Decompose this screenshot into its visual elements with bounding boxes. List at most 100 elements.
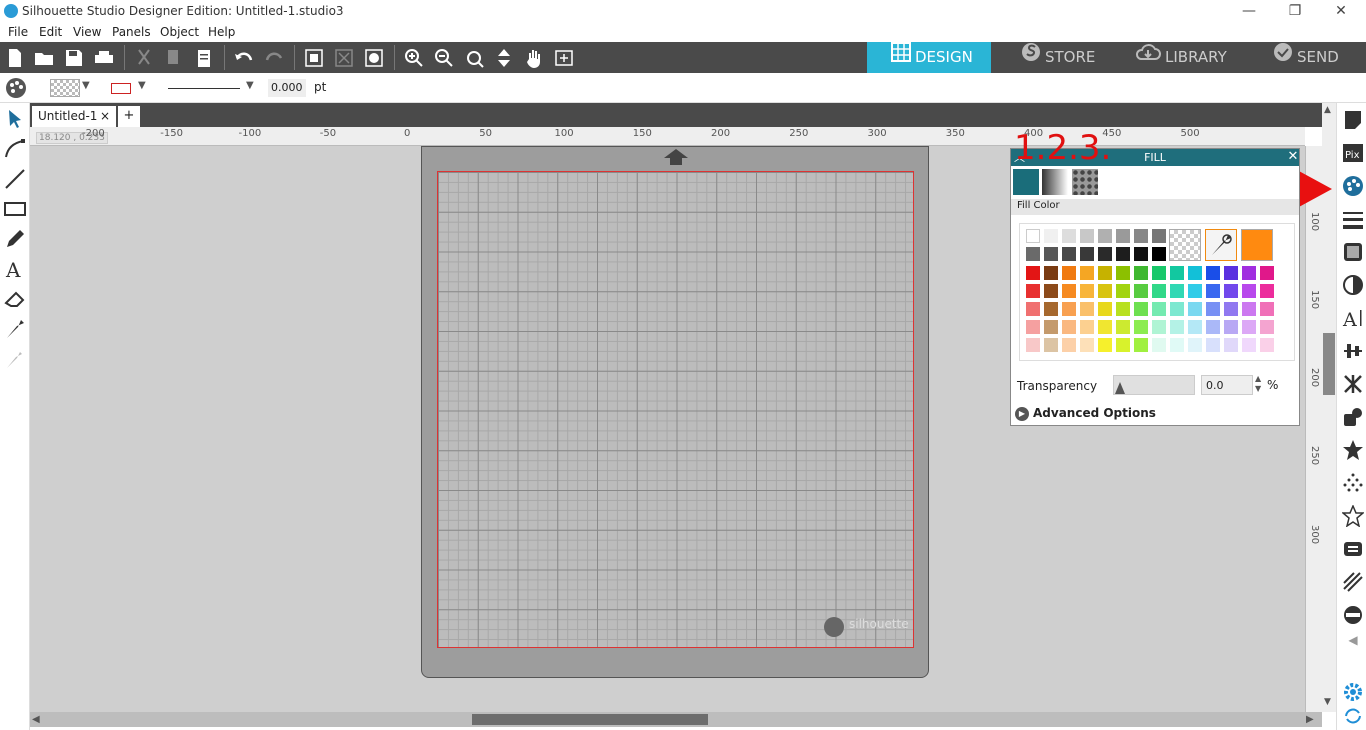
color-swatch[interactable]: [1134, 266, 1148, 280]
tab-send[interactable]: SEND: [1249, 42, 1366, 73]
color-swatch[interactable]: [1170, 302, 1184, 316]
color-swatch[interactable]: [1116, 320, 1130, 334]
color-swatch[interactable]: [1044, 284, 1058, 298]
color-swatch[interactable]: [1026, 302, 1040, 316]
tab-library[interactable]: LIBRARY: [1115, 42, 1249, 73]
draw-pencil-icon[interactable]: [3, 227, 27, 251]
color-swatch[interactable]: [1134, 338, 1148, 352]
save-icon[interactable]: [63, 47, 85, 69]
edit-points-icon[interactable]: [3, 137, 27, 161]
line-style-preview[interactable]: [168, 88, 240, 89]
color-swatch[interactable]: [1080, 229, 1094, 243]
color-swatch[interactable]: [1098, 320, 1112, 334]
color-swatch[interactable]: [1116, 302, 1130, 316]
color-swatch[interactable]: [1134, 229, 1148, 243]
fill-pattern-icon[interactable]: [1342, 241, 1364, 263]
color-swatch[interactable]: [1098, 247, 1112, 261]
color-swatch[interactable]: [1188, 266, 1202, 280]
color-swatch[interactable]: [1044, 320, 1058, 334]
color-swatch[interactable]: [1170, 320, 1184, 334]
color-swatch[interactable]: [1062, 266, 1076, 280]
menu-file[interactable]: File: [8, 25, 28, 39]
color-swatch[interactable]: [1026, 229, 1040, 243]
color-swatch[interactable]: [1026, 284, 1040, 298]
color-swatch[interactable]: [1044, 229, 1058, 243]
color-swatch[interactable]: [1080, 247, 1094, 261]
color-swatch[interactable]: [1242, 320, 1256, 334]
color-swatch[interactable]: [1116, 338, 1130, 352]
horizontal-scrollbar[interactable]: ◀ ▶: [30, 712, 1322, 727]
copy-icon[interactable]: [163, 47, 185, 69]
color-swatch[interactable]: [1044, 338, 1058, 352]
color-swatch[interactable]: [1170, 284, 1184, 298]
color-swatch[interactable]: [1062, 229, 1076, 243]
color-swatch[interactable]: [1098, 266, 1112, 280]
color-swatch[interactable]: [1044, 247, 1058, 261]
replicate-icon[interactable]: [363, 47, 385, 69]
color-swatch[interactable]: [1134, 247, 1148, 261]
zoom-in-icon[interactable]: [403, 47, 425, 69]
color-swatch[interactable]: [1206, 266, 1220, 280]
color-swatch[interactable]: [1080, 338, 1094, 352]
pan-hand-icon[interactable]: [523, 47, 545, 69]
close-window-button[interactable]: ✕: [1318, 1, 1364, 21]
color-swatch[interactable]: [1026, 320, 1040, 334]
color-swatch[interactable]: [1152, 266, 1166, 280]
color-swatch[interactable]: [1062, 338, 1076, 352]
color-swatch[interactable]: [1044, 302, 1058, 316]
modify-icon[interactable]: [1342, 538, 1364, 560]
color-swatch[interactable]: [1116, 247, 1130, 261]
color-swatch[interactable]: [1062, 284, 1076, 298]
color-swatch[interactable]: [1026, 266, 1040, 280]
contrast-icon[interactable]: [1342, 274, 1364, 296]
color-swatch[interactable]: [1170, 266, 1184, 280]
select-pointer-icon[interactable]: [3, 107, 27, 131]
no-fill-swatch[interactable]: [1169, 229, 1201, 261]
rectangle-tool-icon[interactable]: [3, 197, 27, 221]
vertical-scroll-thumb[interactable]: [1323, 333, 1335, 395]
fill-solid-mode-button[interactable]: [1013, 169, 1039, 195]
color-swatch[interactable]: [1116, 266, 1130, 280]
line-tool-icon[interactable]: [3, 167, 27, 191]
color-swatch[interactable]: [1098, 338, 1112, 352]
menu-panels[interactable]: Panels: [112, 25, 151, 39]
color-swatch[interactable]: [1206, 320, 1220, 334]
tab-store[interactable]: STORE: [991, 42, 1115, 73]
ungroup-icon[interactable]: [333, 47, 355, 69]
advanced-options-toggle[interactable]: ▶ Advanced Options: [1015, 406, 1156, 421]
color-swatch[interactable]: [1044, 266, 1058, 280]
color-swatch[interactable]: [1224, 320, 1238, 334]
preferences-gear-icon[interactable]: [1342, 681, 1364, 703]
color-swatch[interactable]: [1260, 338, 1274, 352]
color-swatch[interactable]: [1080, 284, 1094, 298]
line-style-icon[interactable]: [1342, 208, 1364, 230]
trace-dots-icon[interactable]: [1342, 472, 1364, 494]
color-swatch[interactable]: [1080, 302, 1094, 316]
color-swatch[interactable]: [1152, 338, 1166, 352]
text-tool-icon[interactable]: A: [3, 257, 27, 282]
horizontal-scroll-thumb[interactable]: [472, 714, 708, 725]
cut-icon[interactable]: [133, 47, 155, 69]
menu-help[interactable]: Help: [208, 25, 235, 39]
paste-icon[interactable]: [193, 47, 215, 69]
knife-icon[interactable]: [3, 317, 27, 341]
color-swatch[interactable]: [1026, 338, 1040, 352]
color-swatch[interactable]: [1152, 284, 1166, 298]
eyedropper-picker-icon[interactable]: [1205, 229, 1237, 261]
color-swatch[interactable]: [1206, 338, 1220, 352]
color-swatch[interactable]: [1242, 284, 1256, 298]
color-swatch[interactable]: [1152, 229, 1166, 243]
library-star-icon[interactable]: [1342, 439, 1364, 461]
color-swatch[interactable]: [1224, 302, 1238, 316]
color-swatch[interactable]: [1206, 302, 1220, 316]
text-style-icon[interactable]: A: [1342, 307, 1364, 331]
collapse-panel-arrow-icon[interactable]: ◀: [1342, 633, 1364, 655]
current-color-swatch[interactable]: [1241, 229, 1273, 261]
color-swatch[interactable]: [1206, 284, 1220, 298]
move-down-icon[interactable]: [493, 47, 515, 69]
color-swatch[interactable]: [1152, 320, 1166, 334]
color-swatch[interactable]: [1224, 266, 1238, 280]
restore-button[interactable]: ❐: [1272, 1, 1318, 21]
document-tab[interactable]: Untitled-1 ×: [32, 106, 116, 127]
transform-icon[interactable]: [1342, 373, 1364, 395]
